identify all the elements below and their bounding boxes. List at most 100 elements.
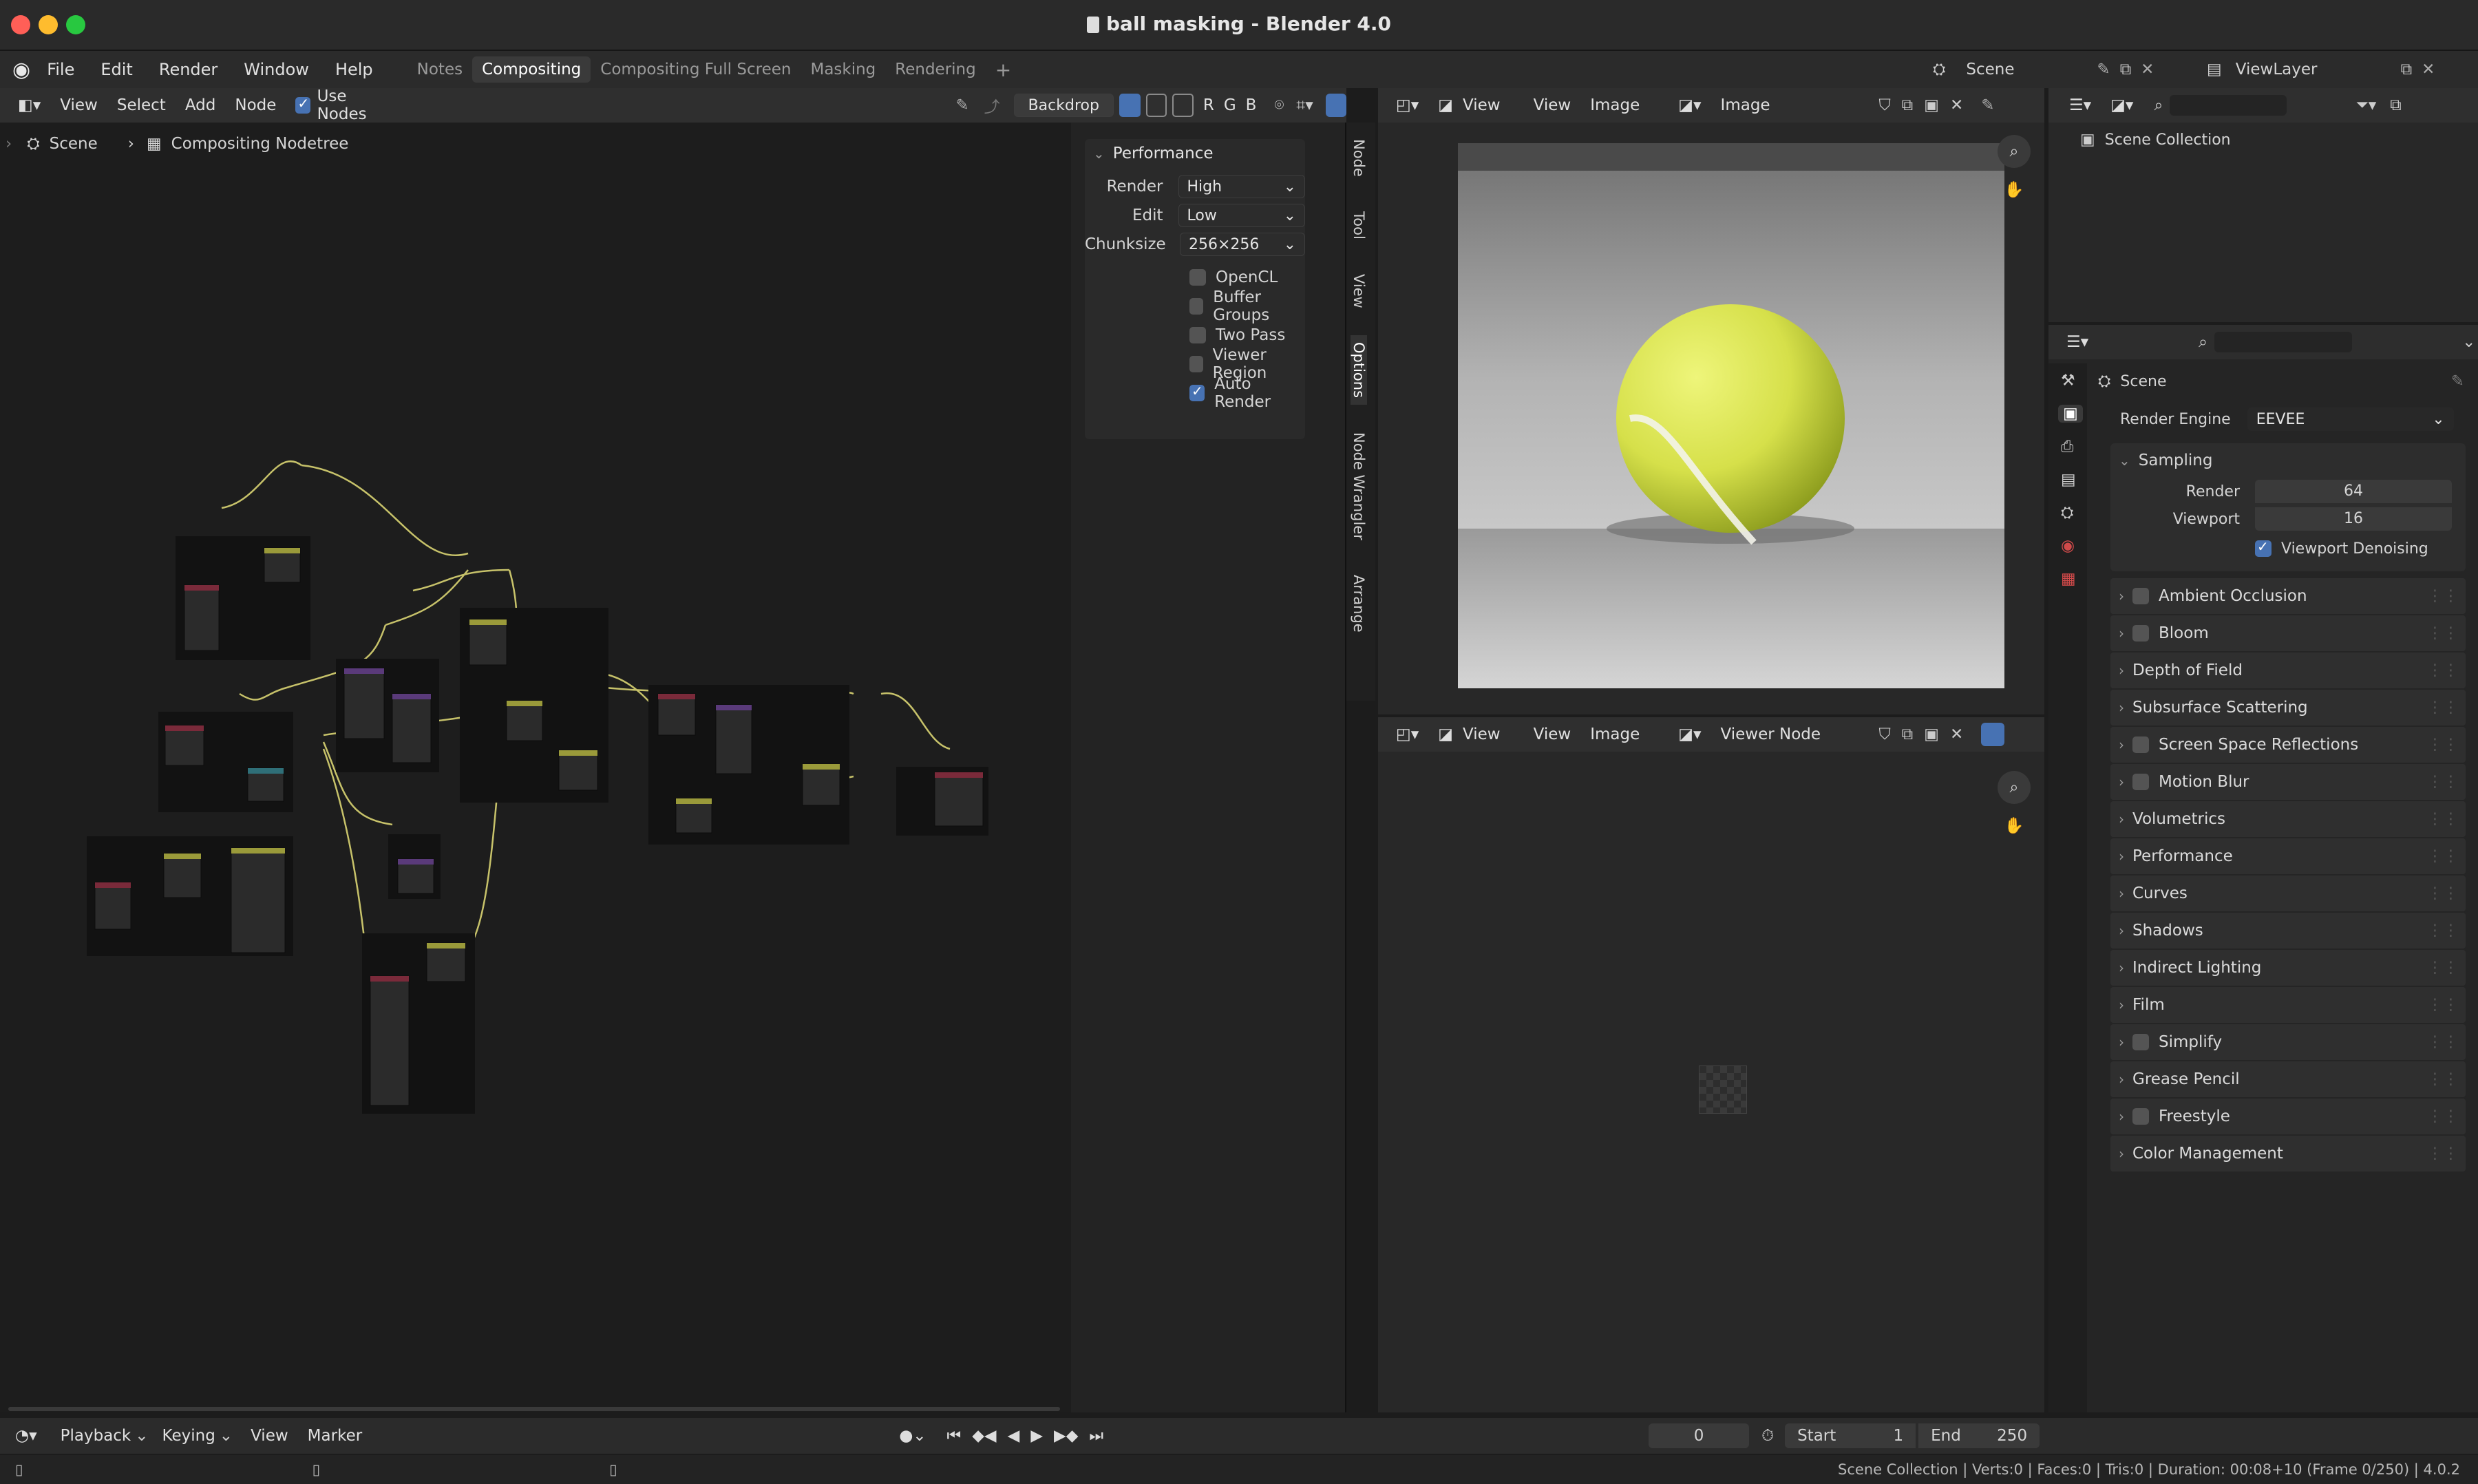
- outliner[interactable]: ☰▾ ◪▾ ⌕ ⏷▾ ⧉ ▣ Scene Collection: [2048, 88, 2478, 322]
- image-menu-view[interactable]: View: [1534, 725, 1571, 743]
- tab-arrange[interactable]: Arrange: [1351, 568, 1367, 639]
- workspace-tab-compositing-full-screen[interactable]: Compositing Full Screen: [591, 56, 801, 83]
- drag-handle-icon[interactable]: ⋮⋮: [2427, 810, 2459, 828]
- node[interactable]: [558, 750, 598, 791]
- zoom-icon[interactable]: ⌕: [1998, 771, 2031, 804]
- section-enable-checkbox[interactable]: [2132, 774, 2149, 790]
- add-workspace-button[interactable]: +: [986, 54, 1021, 85]
- backdrop-alpha-icon[interactable]: [1172, 94, 1194, 117]
- section-color-management[interactable]: › Color Management ⋮⋮: [2110, 1136, 2466, 1172]
- viewport-denoising-checkbox[interactable]: [2255, 538, 2272, 557]
- drag-handle-icon[interactable]: ⋮⋮: [2427, 661, 2459, 679]
- new-image-icon[interactable]: ⧉: [1902, 725, 1913, 743]
- viewlayer-selector[interactable]: ▤ ViewLayer ⧉ ✕: [2207, 56, 2435, 83]
- workspace-tab-rendering[interactable]: Rendering: [885, 56, 985, 83]
- pin-icon[interactable]: ✎: [2451, 372, 2464, 390]
- section-motion-blur[interactable]: › Motion Blur ⋮⋮: [2110, 764, 2466, 800]
- fake-user-icon[interactable]: ⛉: [1879, 96, 1891, 114]
- play-icon[interactable]: ▶: [1030, 1427, 1043, 1445]
- open-image-icon[interactable]: ▣: [1924, 725, 1939, 743]
- image-name-field[interactable]: Image: [1721, 96, 1872, 114]
- search-icon[interactable]: ⌕: [2154, 96, 2163, 114]
- image-browse-icon[interactable]: ◪▾: [1678, 725, 1701, 743]
- drag-handle-icon[interactable]: ⋮⋮: [2427, 624, 2459, 642]
- workspace-tab-notes[interactable]: Notes: [407, 56, 472, 83]
- channel-blue-button[interactable]: B: [1246, 96, 1257, 114]
- zoom-icon[interactable]: ⌕: [1998, 135, 2031, 168]
- auto-render-checkbox[interactable]: [1189, 383, 1205, 401]
- section-enable-checkbox[interactable]: [2132, 1034, 2149, 1050]
- section-subsurface-scattering[interactable]: › Subsurface Scattering ⋮⋮: [2110, 690, 2466, 725]
- section-performance[interactable]: › Performance ⋮⋮: [2110, 838, 2466, 874]
- drag-handle-icon[interactable]: ⋮⋮: [2427, 922, 2459, 940]
- editor-type-icon[interactable]: ◰▾: [1396, 725, 1419, 743]
- opencl-checkbox[interactable]: [1189, 269, 1206, 286]
- render-quality-dropdown[interactable]: High ⌄: [1178, 175, 1305, 198]
- render-tab-icon[interactable]: ▣: [2058, 405, 2083, 423]
- sampling-render-field[interactable]: 64: [2255, 480, 2452, 503]
- display-mode-icon[interactable]: ◪▾: [2110, 96, 2133, 114]
- output-tab-icon[interactable]: ⎙: [2061, 438, 2087, 456]
- timeline-menu-view[interactable]: View: [251, 1427, 288, 1445]
- properties-search-input[interactable]: [2214, 332, 2353, 352]
- image-menu-image[interactable]: Image: [1590, 725, 1640, 743]
- jump-next-keyframe-icon[interactable]: ▶◆: [1054, 1427, 1078, 1445]
- search-icon[interactable]: ⌕: [2199, 333, 2207, 351]
- blender-logo-icon[interactable]: ◉: [12, 58, 30, 82]
- section-screen-space-reflections[interactable]: › Screen Space Reflections ⋮⋮: [2110, 727, 2466, 763]
- tab-node-wrangler[interactable]: Node Wrangler: [1351, 425, 1367, 547]
- unlink-image-icon[interactable]: ✕: [1950, 96, 1963, 114]
- sampling-viewport-field[interactable]: 16: [2255, 507, 2452, 531]
- scene-collection-row[interactable]: ▣ Scene Collection: [2080, 131, 2478, 149]
- properties-editor[interactable]: ☰▾ ⌕ ⌄ ⚒ ▣ ⎙ ▤ ⛭ ◉ ▦ ⛭ Scene ✎ Render En…: [2048, 325, 2478, 1412]
- timeline-menu-playback[interactable]: Playback: [61, 1427, 131, 1445]
- image-menu-image[interactable]: Image: [1590, 96, 1640, 114]
- snap-icon[interactable]: ⌾: [1274, 96, 1284, 114]
- auto-render-option[interactable]: Auto Render: [1189, 375, 1305, 411]
- current-frame-field[interactable]: 0: [1649, 1423, 1750, 1448]
- channel-green-button[interactable]: G: [1224, 96, 1236, 114]
- drag-handle-icon[interactable]: ⋮⋮: [2427, 1033, 2459, 1051]
- jump-start-icon[interactable]: ⏮: [947, 1427, 962, 1445]
- node[interactable]: [506, 700, 543, 741]
- node-editor[interactable]: ◧▾ View Select Add Node Use Nodes ✎ ⤴ Ba…: [0, 87, 1375, 1412]
- node[interactable]: [392, 693, 432, 763]
- view-mode-dropdown[interactable]: View: [1463, 96, 1501, 114]
- node[interactable]: [469, 619, 507, 666]
- editor-type-icon[interactable]: ☰▾: [2066, 333, 2088, 351]
- edit-quality-dropdown[interactable]: Low ⌄: [1178, 204, 1305, 227]
- sampling-header[interactable]: ⌄ Sampling: [2110, 443, 2466, 478]
- workspace-tab-compositing[interactable]: Compositing: [472, 56, 591, 83]
- tab-view[interactable]: View: [1351, 267, 1367, 315]
- drag-handle-icon[interactable]: ⋮⋮: [2427, 959, 2459, 977]
- pan-hand-icon[interactable]: ✋: [1998, 809, 2031, 842]
- drag-handle-icon[interactable]: ⋮⋮: [2427, 587, 2459, 605]
- node[interactable]: [94, 882, 131, 930]
- section-curves[interactable]: › Curves ⋮⋮: [2110, 876, 2466, 911]
- delete-viewlayer-icon[interactable]: ✕: [2422, 61, 2435, 78]
- render-engine-dropdown[interactable]: EEVEE ⌄: [2247, 407, 2454, 431]
- backdrop-rgb-icon[interactable]: [1119, 94, 1141, 117]
- horizontal-scrollbar[interactable]: [8, 1407, 1060, 1411]
- node[interactable]: [370, 975, 410, 1106]
- end-frame-field[interactable]: End 250: [1918, 1423, 2040, 1448]
- menu-edit[interactable]: Edit: [100, 60, 132, 79]
- section-freestyle[interactable]: › Freestyle ⋮⋮: [2110, 1099, 2466, 1134]
- node[interactable]: [165, 725, 204, 766]
- scene-selector[interactable]: ⛭ Scene ✎ ⧉ ✕: [1933, 56, 2154, 83]
- section-enable-checkbox[interactable]: [2132, 588, 2149, 604]
- node[interactable]: [715, 704, 752, 774]
- node[interactable]: [184, 584, 220, 651]
- node[interactable]: [426, 942, 466, 982]
- node[interactable]: [231, 847, 286, 953]
- world-tab-icon[interactable]: ◉: [2061, 537, 2087, 555]
- jump-end-icon[interactable]: ⏭: [1089, 1427, 1103, 1445]
- drag-handle-icon[interactable]: ⋮⋮: [2427, 884, 2459, 902]
- node-graph[interactable]: [0, 88, 1074, 1412]
- new-collection-icon[interactable]: ⧉: [2390, 96, 2401, 114]
- play-reverse-icon[interactable]: ◀: [1008, 1427, 1020, 1445]
- delete-scene-icon[interactable]: ✕: [2141, 61, 2154, 78]
- performance-panel-header[interactable]: ⌄ Performance: [1085, 139, 1305, 168]
- section-indirect-lighting[interactable]: › Indirect Lighting ⋮⋮: [2110, 950, 2466, 986]
- section-shadows[interactable]: › Shadows ⋮⋮: [2110, 913, 2466, 948]
